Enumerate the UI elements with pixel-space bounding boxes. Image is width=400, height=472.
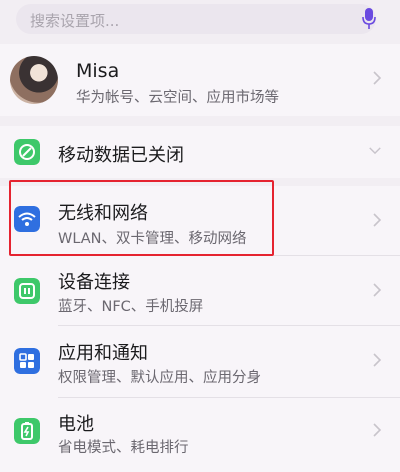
- chevron-right-icon: [373, 353, 382, 367]
- apps-notifications-subtitle: 权限管理、默认应用、应用分身: [58, 370, 261, 386]
- device-connection-subtitle: 蓝牙、NFC、手机投屏: [58, 299, 204, 315]
- avatar: [10, 56, 58, 104]
- highlight-box: [9, 180, 274, 256]
- microphone-icon[interactable]: [362, 8, 376, 30]
- battery-icon: [14, 418, 40, 444]
- chevron-right-icon: [373, 423, 382, 437]
- search-bar[interactable]: 搜索设置项...: [16, 4, 376, 34]
- apps-notifications-title: 应用和通知: [58, 343, 148, 364]
- chevron-right-icon: [373, 213, 382, 227]
- device-connection-icon: [14, 278, 40, 304]
- chevron-down-icon[interactable]: [368, 146, 382, 155]
- account-name: Misa: [76, 60, 120, 82]
- device-connection-title: 设备连接: [58, 272, 130, 293]
- chevron-right-icon: [373, 71, 382, 85]
- mobile-data-icon: [14, 139, 40, 165]
- account-subtitle: 华为帐号、云空间、应用市场等: [76, 90, 279, 106]
- battery-subtitle: 省电模式、耗电排行: [58, 440, 189, 456]
- chevron-right-icon: [373, 283, 382, 297]
- battery-title: 电池: [58, 414, 94, 435]
- apps-grid-icon: [14, 348, 40, 374]
- search-input[interactable]: 搜索设置项...: [30, 10, 119, 31]
- mobile-data-label: 移动数据已关闭: [58, 145, 184, 166]
